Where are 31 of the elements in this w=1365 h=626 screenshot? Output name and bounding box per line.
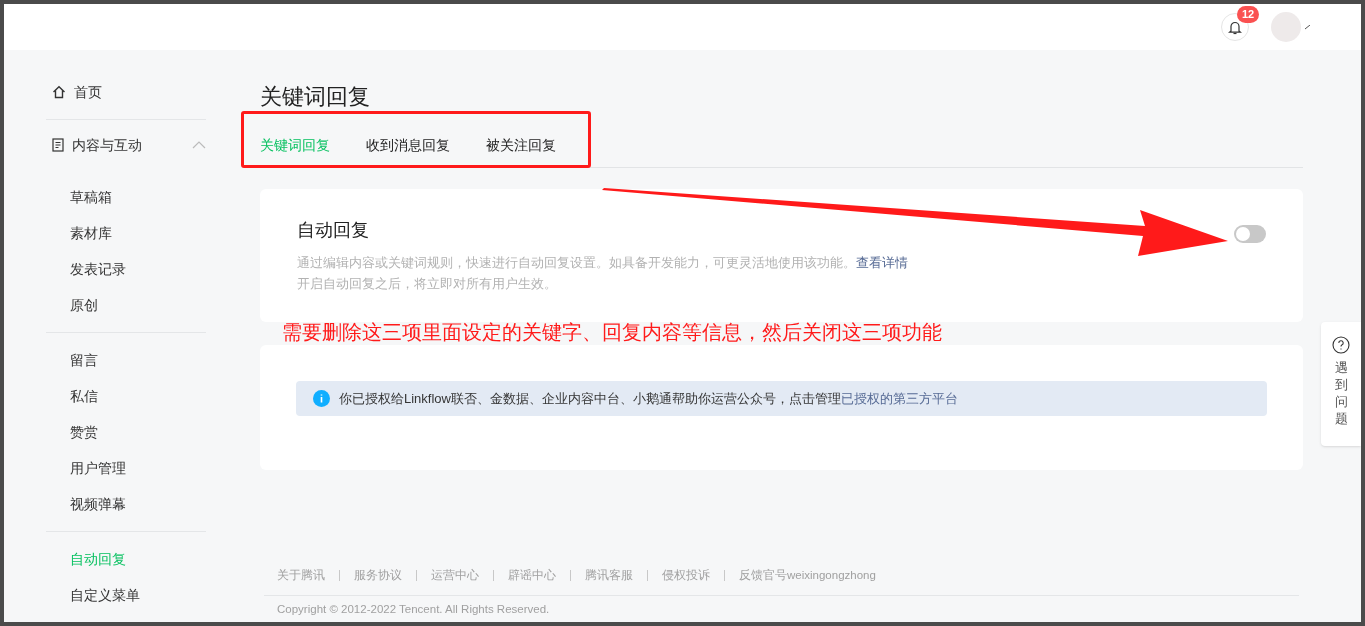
sidebar-item[interactable]: 视频弹幕: [46, 486, 206, 522]
help-icon: [1332, 336, 1350, 354]
help-tab[interactable]: 遇到问题: [1321, 322, 1361, 446]
sidebar-item[interactable]: 首页: [46, 72, 206, 112]
notice-text: 你已授权给Linkflow联否、金数据、企业内容中台、小鹅通帮助你运营公众号，点击管理已授权的第三方平台: [339, 389, 958, 408]
third-party-link[interactable]: 已授权的第三方平台: [840, 390, 958, 406]
details-link[interactable]: 查看详情: [856, 256, 908, 270]
notification-badge: 12: [1237, 6, 1260, 23]
sidebar-section[interactable]: 内容与互动: [46, 120, 206, 170]
sidebar-item[interactable]: 用户管理: [46, 450, 206, 486]
note-text: 开启自动回复之后，将立即对所有用户生效。: [297, 276, 558, 293]
sidebar-item[interactable]: 原创: [46, 287, 206, 323]
tab[interactable]: 被关注回复: [486, 134, 556, 168]
info-icon: [313, 390, 330, 407]
description-text: 通过编辑内容或关键词规则，快速进行自动回复设置。如具备开发能力，可更灵活地使用该功能。查看详情: [297, 255, 909, 272]
bell-icon: [1228, 19, 1242, 35]
sidebar-item[interactable]: 自定义菜单: [46, 577, 206, 613]
page-title: 关键词回复: [260, 83, 371, 111]
sidebar-item[interactable]: 私信: [46, 378, 206, 414]
sidebar-item[interactable]: 留言: [46, 342, 206, 378]
annotation-text: 需要删除这三项里面设定的关键字、回复内容等信息，然后关闭这三项功能: [281, 322, 943, 345]
tab[interactable]: 收到消息回复: [366, 134, 450, 168]
sidebar-item[interactable]: 草稿箱: [46, 179, 206, 215]
home-icon: [52, 85, 66, 99]
sidebar-item[interactable]: 发表记录: [46, 251, 206, 287]
card-title: 自动回复: [297, 219, 370, 242]
sidebar-item[interactable]: 赞赏: [46, 414, 206, 450]
toggle-switch[interactable]: [1234, 225, 1266, 243]
sidebar-item[interactable]: 素材库: [46, 215, 206, 251]
document-icon: [52, 138, 64, 152]
copyright-text: Copyright © 2012-2022 Tencent. All Rights Reserved.: [276, 601, 551, 617]
